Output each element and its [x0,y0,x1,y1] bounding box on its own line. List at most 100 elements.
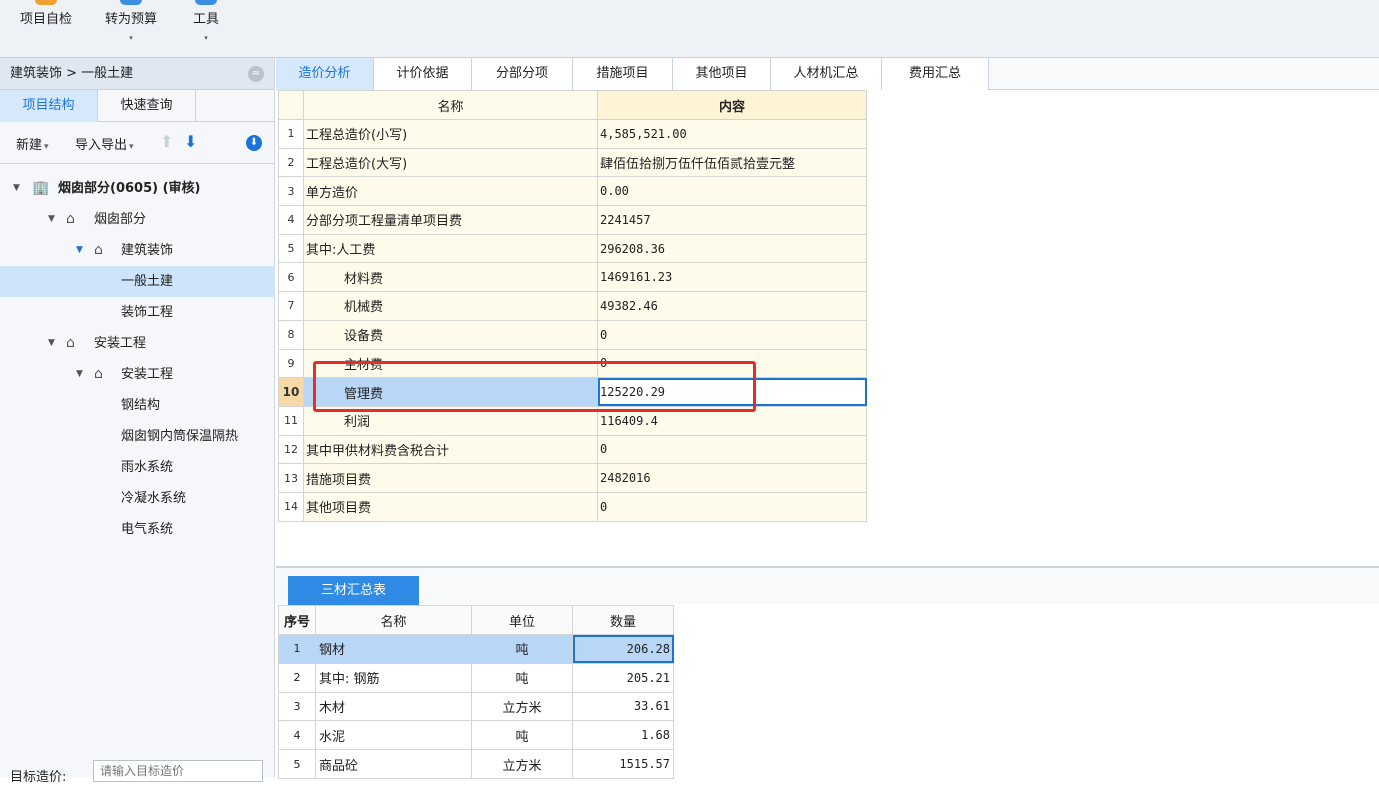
row-number: 1 [278,119,304,149]
table-row[interactable]: 3 木材 立方米 33.61 [278,691,674,722]
row-value[interactable]: 2482016 [597,463,867,493]
table-row-selected[interactable]: 1 钢材吨 206.28 [278,634,674,664]
material-unit[interactable]: 立方米 [471,749,573,779]
row-value[interactable]: 肆佰伍拾捌万伍仟伍佰贰拾壹元整 [597,147,867,178]
material-name[interactable]: 商品砼 [315,749,472,779]
row-name[interactable]: 其中:人工费 [303,233,598,264]
table-row[interactable]: 12 其中甲供材料费含税合计 0 [278,434,867,465]
row-name[interactable]: 材料费 [303,262,598,293]
material-name[interactable]: 水泥 [315,720,472,751]
row-value[interactable]: 0.00 [597,176,867,207]
tab-measures[interactable]: 措施项目 [573,58,673,90]
table-row[interactable]: 7 机械费 49382.46 [278,291,867,321]
material-unit[interactable]: 立方米 [471,691,573,722]
collapse-icon[interactable]: ≈ [248,66,264,82]
table-row-selected[interactable]: 10 管理费 125220.29 [278,377,867,407]
row-value[interactable]: 0 [597,319,867,350]
tab-labor-material-summary[interactable]: 人材机汇总 [771,58,882,90]
move-down-icon[interactable]: ⬇ [184,132,197,151]
table-row[interactable]: 14 其他项目费 0 [278,491,867,522]
tree-node[interactable]: 雨水系统 [0,452,275,483]
row-name[interactable]: 措施项目费 [303,463,598,493]
row-name[interactable]: 管理费 [303,377,598,407]
tab-pricing-basis[interactable]: 计价依据 [374,58,472,90]
material-quantity[interactable]: 1.68 [572,720,674,751]
table-row[interactable]: 9 主材费 0 [278,348,867,379]
material-name[interactable]: 钢材 [315,634,472,664]
chevron-down-icon[interactable]: ▼ [76,359,83,390]
row-name[interactable]: 设备费 [303,319,598,350]
chevron-down-icon[interactable]: ▼ [76,235,83,266]
tab-fee-summary[interactable]: 费用汇总 [882,58,989,90]
row-name[interactable]: 单方造价 [303,176,598,207]
table-row[interactable]: 1 工程总造价(小写) 4,585,521.00 [278,119,867,149]
material-unit[interactable]: 吨 [471,634,573,664]
row-value[interactable]: 49382.46 [597,291,867,321]
row-name[interactable]: 工程总造价(小写) [303,119,598,149]
table-row[interactable]: 5 其中:人工费 296208.36 [278,233,867,264]
chevron-down-icon[interactable]: ▼ [48,328,55,359]
table-row[interactable]: 13 措施项目费 2482016 [278,463,867,493]
material-name[interactable]: 其中: 钢筋 [315,662,472,693]
material-unit[interactable]: 吨 [471,720,573,751]
table-row[interactable]: 2 工程总造价(大写) 肆佰伍拾捌万伍仟伍佰贰拾壹元整 [278,147,867,178]
table-row[interactable]: 8 设备费 0 [278,319,867,350]
tab-cost-analysis[interactable]: 造价分析 [276,58,374,90]
material-quantity[interactable]: 206.28 [572,634,674,664]
project-check-button[interactable]: 项目自检 [14,0,78,58]
table-row[interactable]: 3 单方造价 0.00 [278,176,867,207]
material-unit[interactable]: 吨 [471,662,573,693]
row-name[interactable]: 工程总造价(大写) [303,147,598,178]
row-value[interactable]: 296208.36 [597,233,867,264]
material-quantity[interactable]: 33.61 [572,691,674,722]
tools-button[interactable]: 工具 ▾ [186,0,226,58]
tab-other-items[interactable]: 其他项目 [673,58,771,90]
row-name[interactable]: 利润 [303,405,598,436]
row-value[interactable]: 2241457 [597,205,867,235]
table-row[interactable]: 4 分部分项工程量清单项目费 2241457 [278,205,867,235]
tree-node[interactable]: ▼ 🏢 烟囱部分(0605) (审核) [0,173,275,204]
tree-node[interactable]: 烟囱钢内筒保温隔热 [0,421,275,452]
chevron-down-icon[interactable]: ▼ [48,204,55,235]
material-quantity[interactable]: 205.21 [572,662,674,693]
tab-project-structure[interactable]: 项目结构 [0,90,98,122]
download-icon[interactable]: ⬇ [246,135,262,151]
row-value-active-cell[interactable]: 125220.29 [597,377,867,407]
table-row[interactable]: 2 其中: 钢筋吨 205.21 [278,662,674,693]
tree-node[interactable]: ▼ ⌂ 烟囱部分 [0,204,275,235]
row-value[interactable]: 116409.4 [597,405,867,436]
table-row[interactable]: 5 商品砼 立方米 1515.57 [278,749,674,779]
row-name[interactable]: 机械费 [303,291,598,321]
tree-node[interactable]: ▼ ⌂ 安装工程 [0,359,275,390]
tree-node[interactable]: 电气系统 [0,514,275,545]
row-name[interactable]: 其中甲供材料费含税合计 [303,434,598,465]
table-row[interactable]: 11 利润 116409.4 [278,405,867,436]
tab-sub-items[interactable]: 分部分项 [472,58,573,90]
row-value[interactable]: 0 [597,348,867,379]
tab-three-materials-summary[interactable]: 三材汇总表 [288,576,419,606]
move-up-icon[interactable]: ⬆ [160,132,173,151]
row-value[interactable]: 1469161.23 [597,262,867,293]
row-value[interactable]: 4,585,521.00 [597,119,867,149]
tree-node-selected[interactable]: 一般土建 [0,266,275,297]
material-name[interactable]: 木材 [315,691,472,722]
table-row[interactable]: 6 材料费 1469161.23 [278,262,867,293]
chevron-down-icon[interactable]: ▼ [13,173,20,204]
tree-node[interactable]: 装饰工程 [0,297,275,328]
tree-node[interactable]: ▼ ⌂ 安装工程 [0,328,275,359]
table-row[interactable]: 4 水泥吨 1.68 [278,720,674,751]
row-name[interactable]: 其他项目费 [303,491,598,522]
import-export-button[interactable]: 导入导出 ▾ [75,134,134,153]
row-name[interactable]: 分部分项工程量清单项目费 [303,205,598,235]
tree-node[interactable]: 冷凝水系统 [0,483,275,514]
new-button[interactable]: 新建 ▾ [16,134,49,153]
row-value[interactable]: 0 [597,434,867,465]
tree-node[interactable]: 钢结构 [0,390,275,421]
row-name[interactable]: 主材费 [303,348,598,379]
row-value[interactable]: 0 [597,491,867,522]
target-cost-input[interactable] [93,760,263,782]
convert-budget-button[interactable]: 转为预算 ▾ [98,0,164,58]
tree-node[interactable]: ▼ ⌂ 建筑装饰 [0,235,275,266]
tab-quick-search[interactable]: 快速查询 [98,90,196,122]
material-quantity[interactable]: 1515.57 [572,749,674,779]
